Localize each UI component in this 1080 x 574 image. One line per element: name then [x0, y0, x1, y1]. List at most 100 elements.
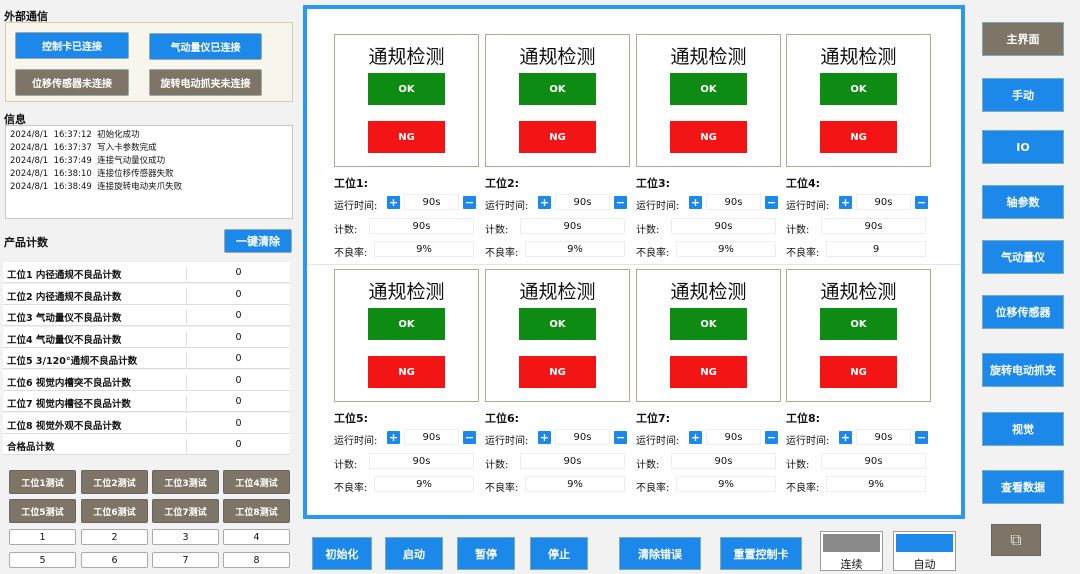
exit-icon[interactable]: ⧉ [991, 524, 1041, 556]
station-ng-indicator[interactable]: NG [368, 121, 445, 153]
start-button[interactable]: 启动 [385, 537, 443, 570]
station-title: 通规检测 [670, 281, 747, 303]
auto-mode-toggle[interactable]: 自动 [893, 531, 956, 571]
minus-icon[interactable]: − [614, 431, 627, 444]
number-box-2[interactable]: 2 [81, 529, 148, 545]
clear-all-button[interactable]: 一键清除 [224, 229, 292, 253]
plus-icon[interactable]: + [387, 196, 400, 209]
count-value: 90s [671, 218, 776, 234]
station-ok-indicator[interactable]: OK [670, 308, 747, 340]
run-time-value[interactable]: 90s [706, 429, 761, 445]
number-box-8[interactable]: 8 [223, 552, 290, 568]
plus-icon[interactable]: + [538, 196, 551, 209]
test-station-6-button[interactable]: 工位6测试 [81, 499, 148, 523]
station-ok-indicator[interactable]: OK [820, 308, 897, 340]
station-ok-indicator[interactable]: OK [519, 73, 596, 105]
stop-button[interactable]: 停止 [530, 537, 588, 570]
run-time-value[interactable]: 90s [404, 429, 459, 445]
minus-icon[interactable]: − [915, 196, 928, 209]
count-value: 90s [369, 218, 474, 234]
nav-main-button[interactable]: 主界面 [982, 22, 1064, 56]
plus-icon[interactable]: + [689, 196, 702, 209]
reset-card-button[interactable]: 重置控制卡 [720, 537, 802, 570]
test-station-3-button[interactable]: 工位3测试 [152, 470, 219, 494]
displacement-sensor-status-button[interactable]: 位移传感器未连接 [15, 69, 129, 96]
pause-button[interactable]: 暂停 [457, 537, 515, 570]
control-card-status-button[interactable]: 控制卡已连接 [15, 32, 129, 59]
plus-icon[interactable]: + [689, 431, 702, 444]
nav-air-gauge-button[interactable]: 气动量仪 [982, 240, 1064, 274]
defect-rate-value: 9% [676, 241, 776, 257]
test-station-4-button[interactable]: 工位4测试 [223, 470, 290, 494]
nav-axis-params-button[interactable]: 轴参数 [982, 185, 1064, 219]
station-ok-indicator[interactable]: OK [368, 73, 445, 105]
number-box-4[interactable]: 4 [223, 529, 290, 545]
minus-icon[interactable]: − [915, 431, 928, 444]
run-time-value[interactable]: 90s [404, 194, 459, 210]
station-ng-indicator[interactable]: NG [820, 356, 897, 388]
test-station-2-button[interactable]: 工位2测试 [81, 470, 148, 494]
test-station-7-button[interactable]: 工位7测试 [152, 499, 219, 523]
minus-icon[interactable]: − [765, 431, 778, 444]
station-ok-indicator[interactable]: OK [670, 73, 747, 105]
minus-icon[interactable]: − [614, 196, 627, 209]
number-box-6[interactable]: 6 [81, 552, 148, 568]
count-row-label: 工位7 视觉内槽径不良品计数 [7, 399, 131, 410]
run-time-value[interactable]: 90s [856, 194, 911, 210]
count-row: 合格品计数 0 [3, 434, 290, 455]
station-ng-indicator[interactable]: NG [368, 356, 445, 388]
auto-label: 自动 [913, 558, 936, 571]
minus-icon[interactable]: − [765, 196, 778, 209]
run-time-label: 运行时间: [334, 436, 378, 447]
station-ok-indicator[interactable]: OK [820, 73, 897, 105]
test-station-5-button[interactable]: 工位5测试 [9, 499, 76, 523]
run-time-value[interactable]: 90s [555, 194, 610, 210]
station-card: 通规检测 OK NG [334, 34, 479, 167]
plus-icon[interactable]: + [538, 431, 551, 444]
init-button[interactable]: 初始化 [312, 537, 372, 570]
station-label: 工位7: [636, 412, 671, 425]
number-box-7[interactable]: 7 [152, 552, 219, 568]
test-station-1-button[interactable]: 工位1测试 [9, 470, 76, 494]
rotary-gripper-status-button[interactable]: 旋转电动抓夹未连接 [149, 69, 262, 96]
count-label: 计数: [786, 225, 810, 236]
minus-icon[interactable]: − [463, 431, 476, 444]
count-label: 计数: [485, 225, 509, 236]
run-time-value[interactable]: 90s [706, 194, 761, 210]
station-ng-indicator[interactable]: NG [519, 121, 596, 153]
air-gauge-status-button[interactable]: 气动量仪已连接 [149, 33, 262, 60]
nav-displacement-sensor-button[interactable]: 位移传感器 [982, 295, 1064, 329]
station-ng-indicator[interactable]: NG [670, 121, 747, 153]
station-ng-indicator[interactable]: NG [820, 121, 897, 153]
plus-icon[interactable]: + [387, 431, 400, 444]
run-time-value[interactable]: 90s [856, 429, 911, 445]
run-time-value[interactable]: 90s [555, 429, 610, 445]
nav-rotary-gripper-button[interactable]: 旋转电动抓夹 [982, 353, 1064, 387]
clear-error-button[interactable]: 清除错误 [619, 537, 701, 570]
count-row-label: 工位1 内径通规不良品计数 [7, 270, 122, 281]
plus-icon[interactable]: + [839, 431, 852, 444]
run-time-label: 运行时间: [334, 201, 378, 212]
number-box-1[interactable]: 1 [9, 529, 76, 545]
nav-view-data-button[interactable]: 查看数据 [982, 470, 1064, 504]
minus-icon[interactable]: − [463, 196, 476, 209]
count-row-value: 0 [186, 439, 290, 453]
station-ng-indicator[interactable]: NG [519, 356, 596, 388]
count-row: 工位5 3/120°通规不良品计数 0 [3, 348, 290, 369]
station-ng-indicator[interactable]: NG [670, 356, 747, 388]
test-station-8-button[interactable]: 工位8测试 [223, 499, 290, 523]
number-box-3[interactable]: 3 [152, 529, 219, 545]
nav-manual-button[interactable]: 手动 [982, 78, 1064, 112]
number-box-5[interactable]: 5 [9, 552, 76, 568]
log-line: 2024/8/1 16:37:49 连接气动量仪成功 [10, 156, 166, 166]
continuous-mode-toggle[interactable]: 连续 [820, 531, 883, 571]
nav-io-button[interactable]: IO [982, 130, 1064, 164]
continuous-label: 连续 [840, 558, 863, 571]
station-title: 通规检测 [519, 281, 596, 303]
station-ok-indicator[interactable]: OK [519, 308, 596, 340]
plus-icon[interactable]: + [839, 196, 852, 209]
nav-vision-button[interactable]: 视觉 [982, 412, 1064, 446]
defect-rate-value: 9% [374, 241, 474, 257]
count-row-value: 0 [186, 310, 290, 324]
station-ok-indicator[interactable]: OK [368, 308, 445, 340]
